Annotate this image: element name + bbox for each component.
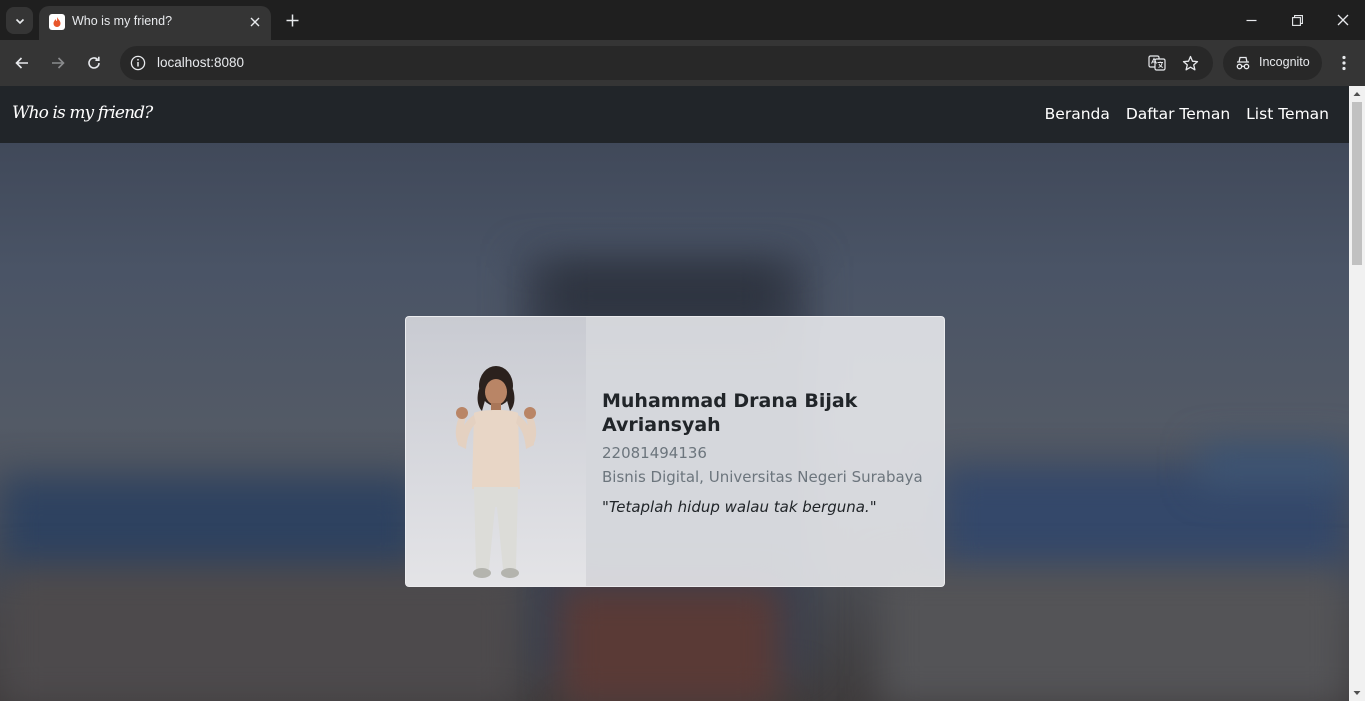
- page-scrollbar[interactable]: [1349, 86, 1365, 701]
- close-tab-icon[interactable]: [247, 14, 263, 30]
- chevron-down-icon: [15, 18, 24, 24]
- nav-link-list-teman[interactable]: List Teman: [1246, 105, 1329, 123]
- site-navbar: Who is my friend? Beranda Daftar Teman L…: [0, 86, 1349, 143]
- tab-search-button[interactable]: [6, 7, 33, 34]
- site-brand[interactable]: Who is my friend?: [12, 103, 153, 123]
- profile-card-body: Muhammad Drana Bijak Avriansyah 22081494…: [602, 389, 932, 519]
- browser-tab[interactable]: Who is my friend?: [39, 6, 271, 40]
- more-menu-icon[interactable]: [1333, 49, 1355, 77]
- browser-toolbar: localhost:8080 Incognito: [0, 40, 1365, 86]
- incognito-badge[interactable]: Incognito: [1223, 46, 1322, 80]
- nav-link-beranda[interactable]: Beranda: [1045, 105, 1110, 123]
- address-bar[interactable]: localhost:8080: [120, 46, 1213, 80]
- nav-link-daftar-teman[interactable]: Daftar Teman: [1126, 105, 1230, 123]
- url-text[interactable]: localhost:8080: [157, 55, 244, 70]
- back-arrow-icon[interactable]: [8, 49, 36, 77]
- profile-quote: "Tetaplah hidup walau tak berguna.": [602, 498, 877, 516]
- new-tab-plus-icon[interactable]: [281, 9, 303, 31]
- minimize-window-icon[interactable]: [1228, 0, 1274, 40]
- reload-icon[interactable]: [80, 49, 108, 77]
- incognito-icon: [1236, 56, 1250, 70]
- browser-tab-bar: Who is my friend?: [0, 0, 1365, 40]
- incognito-label: Incognito: [1259, 55, 1310, 69]
- profile-program: Bisnis Digital, Universitas Negeri Surab…: [602, 468, 923, 486]
- site-info-icon[interactable]: [129, 54, 147, 72]
- profile-nim: 22081494136: [602, 444, 707, 462]
- page-viewport: Who is my friend? Beranda Daftar Teman L…: [0, 86, 1349, 701]
- tab-title: Who is my friend?: [72, 14, 173, 28]
- forward-arrow-icon[interactable]: [44, 49, 72, 77]
- bookmark-star-icon[interactable]: [1181, 54, 1199, 72]
- nav-links: Beranda Daftar Teman List Teman: [1045, 105, 1329, 123]
- scrollbar-thumb[interactable]: [1352, 102, 1362, 265]
- profile-photo: [406, 317, 586, 586]
- scroll-down-arrow-icon[interactable]: [1353, 689, 1361, 697]
- profile-name: Muhammad Drana Bijak Avriansyah: [602, 390, 858, 436]
- restore-window-icon[interactable]: [1274, 0, 1320, 40]
- flame-favicon-icon: [49, 14, 65, 30]
- scroll-up-arrow-icon[interactable]: [1353, 90, 1361, 98]
- translate-icon[interactable]: [1148, 54, 1166, 72]
- close-window-icon[interactable]: [1320, 0, 1365, 40]
- profile-card: Muhammad Drana Bijak Avriansyah 22081494…: [405, 316, 945, 587]
